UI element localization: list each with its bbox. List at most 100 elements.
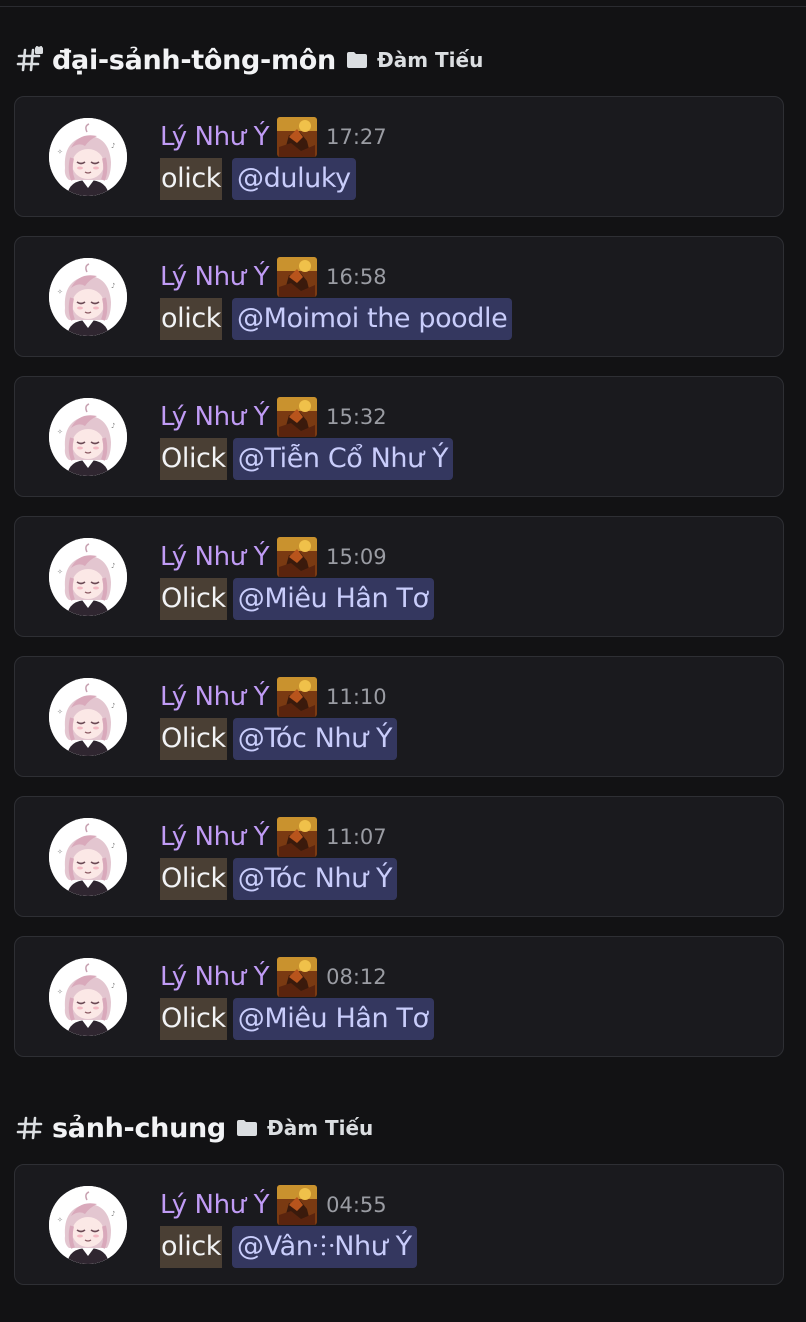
message-content: Olick @Tóc Như Ý	[160, 858, 398, 900]
author-name[interactable]: Lý Như Ý	[160, 822, 270, 852]
message-text: Olick	[160, 578, 227, 620]
author-name[interactable]: Lý Như Ý	[160, 402, 270, 432]
message-timestamp[interactable]: 17:27	[326, 125, 387, 149]
message-timestamp[interactable]: 08:12	[326, 965, 387, 989]
author-name[interactable]: Lý Như Ý	[160, 682, 270, 712]
message-card[interactable]: ✧ ♪ Lý Như Ý 11:10 Olick @Tóc Như Ý	[14, 656, 784, 777]
message-card[interactable]: ✧ ♪ Lý Như Ý 15:32 Olick @Tiễn Cổ Như Ý	[14, 376, 784, 497]
message-text: olick	[160, 1226, 223, 1268]
folder-icon	[346, 52, 367, 68]
message-timestamp[interactable]: 15:09	[326, 545, 387, 569]
anime-girl-avatar-icon: ✧ ♪	[49, 958, 127, 1036]
category-name: Đàm Tiếu	[266, 1116, 374, 1140]
message-header: Lý Như Ý 08:12	[160, 957, 387, 997]
message-content: olick @duluky	[160, 158, 356, 200]
svg-text:✧: ✧	[57, 848, 63, 856]
user-avatar[interactable]: ✧ ♪	[49, 398, 127, 476]
message-header: Lý Như Ý 15:32	[160, 397, 387, 437]
svg-text:♪: ♪	[111, 282, 115, 290]
channel-header[interactable]: sảnh-chung Đàm Tiếu	[0, 1108, 806, 1148]
svg-text:♪: ♪	[111, 1210, 115, 1218]
top-divider	[0, 6, 806, 7]
channel-section-2: sảnh-chung Đàm Tiếu ✧ ♪ Lý Như Ý 04:55 o…	[0, 1108, 806, 1304]
folder-icon	[236, 1120, 257, 1136]
message-content: Olick @Tóc Như Ý	[160, 718, 398, 760]
message-card[interactable]: ✧ ♪ Lý Như Ý 17:27 olick @duluky	[14, 96, 784, 217]
user-mention[interactable]: @Miêu Hân Tơ	[232, 578, 434, 620]
user-avatar[interactable]: ✧ ♪	[49, 1186, 127, 1264]
user-avatar[interactable]: ✧ ♪	[49, 538, 127, 616]
anime-girl-avatar-icon: ✧ ♪	[49, 398, 127, 476]
message-header: Lý Như Ý 04:55	[160, 1185, 387, 1225]
anime-girl-avatar-icon: ✧ ♪	[49, 818, 127, 896]
role-badge-icon	[277, 397, 318, 437]
message-card[interactable]: ✧ ♪ Lý Như Ý 11:07 Olick @Tóc Như Ý	[14, 796, 784, 917]
channel-header[interactable]: đại-sảnh-tông-môn Đàm Tiếu	[0, 40, 806, 80]
svg-text:♪: ♪	[111, 982, 115, 990]
message-content: Olick @Miêu Hân Tơ	[160, 998, 434, 1040]
category-name: Đàm Tiếu	[376, 48, 484, 72]
message-timestamp[interactable]: 16:58	[326, 265, 387, 289]
user-avatar[interactable]: ✧ ♪	[49, 958, 127, 1036]
channel-name: đại-sảnh-tông-môn	[52, 44, 336, 76]
anime-girl-avatar-icon: ✧ ♪	[49, 258, 127, 336]
anime-girl-avatar-icon: ✧ ♪	[49, 678, 127, 756]
role-badge-icon	[277, 117, 318, 157]
message-timestamp[interactable]: 11:10	[326, 685, 387, 709]
anime-girl-avatar-icon: ✧ ♪	[49, 538, 127, 616]
author-name[interactable]: Lý Như Ý	[160, 1190, 270, 1220]
message-timestamp[interactable]: 04:55	[326, 1193, 387, 1217]
message-content: olick @Moimoi the poodle	[160, 298, 513, 340]
svg-text:✧: ✧	[57, 568, 63, 576]
user-avatar[interactable]: ✧ ♪	[49, 818, 127, 896]
svg-text:✧: ✧	[57, 988, 63, 996]
svg-text:♪: ♪	[111, 702, 115, 710]
user-avatar[interactable]: ✧ ♪	[49, 118, 127, 196]
svg-text:✧: ✧	[57, 708, 63, 716]
message-text: olick	[160, 298, 223, 340]
message-text: olick	[160, 158, 223, 200]
message-timestamp[interactable]: 11:07	[326, 825, 387, 849]
message-timestamp[interactable]: 15:32	[326, 405, 387, 429]
user-mention[interactable]: @Tóc Như Ý	[232, 718, 398, 760]
message-text: Olick	[160, 998, 227, 1040]
message-text: Olick	[160, 718, 227, 760]
user-mention[interactable]: @duluky	[232, 158, 356, 200]
author-name[interactable]: Lý Như Ý	[160, 262, 270, 292]
user-mention[interactable]: @Moimoi the poodle	[232, 298, 513, 340]
user-mention[interactable]: @Tóc Như Ý	[232, 858, 398, 900]
user-mention[interactable]: @Vân⸭Như Ý	[232, 1226, 417, 1268]
message-content: Olick @Tiễn Cổ Như Ý	[160, 438, 454, 480]
svg-text:✧: ✧	[57, 428, 63, 436]
role-badge-icon	[277, 677, 318, 717]
author-name[interactable]: Lý Như Ý	[160, 962, 270, 992]
message-card[interactable]: ✧ ♪ Lý Như Ý 15:09 Olick @Miêu Hân Tơ	[14, 516, 784, 637]
role-badge-icon	[277, 957, 318, 997]
author-name[interactable]: Lý Như Ý	[160, 542, 270, 572]
message-header: Lý Như Ý 15:09	[160, 537, 387, 577]
svg-text:♪: ♪	[111, 562, 115, 570]
role-badge-icon	[277, 537, 318, 577]
role-badge-icon	[277, 817, 318, 857]
user-avatar[interactable]: ✧ ♪	[49, 258, 127, 336]
anime-girl-avatar-icon: ✧ ♪	[49, 1186, 127, 1264]
user-mention[interactable]: @Tiễn Cổ Như Ý	[232, 438, 454, 480]
text-channel-hash-icon	[16, 1116, 43, 1140]
message-header: Lý Như Ý 11:10	[160, 677, 387, 717]
channel-section-1: đại-sảnh-tông-môn Đàm Tiếu ✧ ♪ Lý Như Ý …	[0, 40, 806, 1076]
text-channel-hash-icon	[16, 46, 43, 72]
role-badge-icon	[277, 257, 318, 297]
user-mention[interactable]: @Miêu Hân Tơ	[232, 998, 434, 1040]
channel-name: sảnh-chung	[52, 1112, 226, 1144]
message-card[interactable]: ✧ ♪ Lý Như Ý 04:55 olick @Vân⸭Như Ý	[14, 1164, 784, 1285]
author-name[interactable]: Lý Như Ý	[160, 122, 270, 152]
message-header: Lý Như Ý 17:27	[160, 117, 387, 157]
role-badge-icon	[277, 1185, 318, 1225]
svg-text:✧: ✧	[57, 148, 63, 156]
message-card[interactable]: ✧ ♪ Lý Như Ý 08:12 Olick @Miêu Hân Tơ	[14, 936, 784, 1057]
message-card[interactable]: ✧ ♪ Lý Như Ý 16:58 olick @Moimoi the poo…	[14, 236, 784, 357]
user-avatar[interactable]: ✧ ♪	[49, 678, 127, 756]
svg-text:♪: ♪	[111, 842, 115, 850]
svg-text:♪: ♪	[111, 422, 115, 430]
svg-text:✧: ✧	[57, 288, 63, 296]
